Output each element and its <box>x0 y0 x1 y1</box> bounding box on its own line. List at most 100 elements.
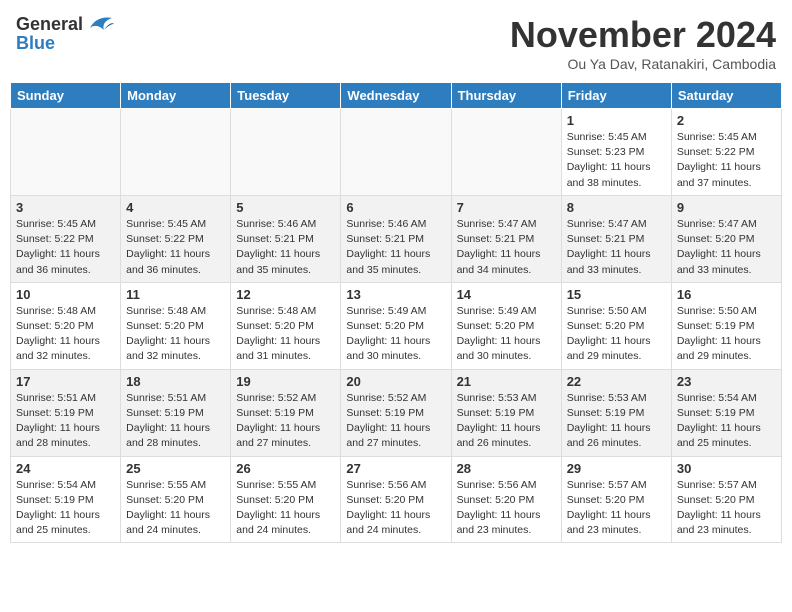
info-line: and 29 minutes. <box>567 350 642 362</box>
info-line: Daylight: 11 hours <box>346 248 430 260</box>
info-line: Sunrise: 5:46 AM <box>346 218 426 230</box>
day-info: Sunrise: 5:50 AMSunset: 5:19 PMDaylight:… <box>677 304 776 365</box>
day-number: 2 <box>677 113 776 128</box>
info-line: Sunset: 5:19 PM <box>126 407 204 419</box>
calendar-cell: 1Sunrise: 5:45 AMSunset: 5:23 PMDaylight… <box>561 109 671 196</box>
info-line: and 26 minutes. <box>457 437 532 449</box>
calendar-cell: 10Sunrise: 5:48 AMSunset: 5:20 PMDayligh… <box>11 282 121 369</box>
calendar-cell: 28Sunrise: 5:56 AMSunset: 5:20 PMDayligh… <box>451 456 561 543</box>
day-number: 20 <box>346 374 445 389</box>
info-line: Sunset: 5:22 PM <box>126 233 204 245</box>
day-number: 9 <box>677 200 776 215</box>
info-line: Sunset: 5:21 PM <box>457 233 535 245</box>
calendar-cell: 9 Sunrise: 5:47 AM Sunset: 5:20 PM Daylight… <box>671 195 781 282</box>
info-line: Sunrise: 5:47 AM <box>567 218 647 230</box>
info-line: Daylight: 11 hours <box>236 248 320 260</box>
calendar-cell: 21Sunrise: 5:53 AMSunset: 5:19 PMDayligh… <box>451 369 561 456</box>
info-line: Sunset: 5:22 PM <box>16 233 94 245</box>
calendar-cell <box>11 109 121 196</box>
calendar-cell: 14Sunrise: 5:49 AMSunset: 5:20 PMDayligh… <box>451 282 561 369</box>
info-line: Sunrise: 5:45 AM <box>16 218 96 230</box>
day-info: Sunrise: 5:45 AMSunset: 5:22 PMDaylight:… <box>126 217 225 278</box>
calendar-table: SundayMondayTuesdayWednesdayThursdayFrid… <box>10 82 782 543</box>
day-number: 29 <box>567 461 666 476</box>
info-line: Daylight: 11 hours <box>677 248 761 260</box>
info-line: Sunrise: 5:45 AM <box>567 131 647 143</box>
info-line: Sunrise: 5:51 AM <box>16 392 96 404</box>
day-info: Sunrise: 5:47 AMSunset: 5:21 PMDaylight:… <box>457 217 556 278</box>
info-line: and 37 minutes. <box>677 177 752 189</box>
info-line: Sunrise: 5:47 AM <box>677 218 757 230</box>
info-line: and 34 minutes. <box>457 264 532 276</box>
info-line: Sunrise: 5:57 AM <box>567 479 647 491</box>
info-line: Daylight: 11 hours <box>236 335 320 347</box>
day-info: Sunrise: 5:54 AMSunset: 5:19 PMDaylight:… <box>677 391 776 452</box>
info-line: Daylight: 11 hours <box>16 335 100 347</box>
calendar-cell: 3 Sunrise: 5:45 AM Sunset: 5:22 PM Daylight… <box>11 195 121 282</box>
info-line: Sunrise: 5:45 AM <box>677 131 757 143</box>
day-number: 23 <box>677 374 776 389</box>
day-number: 8 <box>567 200 666 215</box>
info-line: Sunrise: 5:52 AM <box>236 392 316 404</box>
day-number: 17 <box>16 374 115 389</box>
info-line: Sunset: 5:20 PM <box>677 233 755 245</box>
day-number: 10 <box>16 287 115 302</box>
calendar-cell: 15 Sunrise: 5:50 AMSunset: 5:20 PMDayligh… <box>561 282 671 369</box>
info-line: Daylight: 11 hours <box>16 248 100 260</box>
day-info: Sunrise: 5:56 AMSunset: 5:20 PMDaylight:… <box>457 478 556 539</box>
info-line: Daylight: 11 hours <box>567 248 651 260</box>
info-line: Sunset: 5:20 PM <box>677 494 755 506</box>
info-line: Sunset: 5:20 PM <box>346 494 424 506</box>
info-line: Sunrise: 5:54 AM <box>16 479 96 491</box>
info-line: and 36 minutes. <box>126 264 201 276</box>
day-info: Sunrise: 5:45 AM Sunset: 5:22 PM Daylight:… <box>16 217 115 278</box>
info-line: Sunrise: 5:49 AM <box>457 305 537 317</box>
logo-bird-icon <box>86 14 114 36</box>
calendar-cell: 16 Sunrise: 5:50 AMSunset: 5:19 PMDayligh… <box>671 282 781 369</box>
calendar-week-row: 10 Sunrise: 5:48 AMSunset: 5:20 PMDayligh… <box>11 282 782 369</box>
info-line: Daylight: 11 hours <box>677 422 761 434</box>
calendar-cell: 17Sunrise: 5:51 AMSunset: 5:19 PMDayligh… <box>11 369 121 456</box>
title-area: November 2024 Ou Ya Dav, Ratanakiri, Cam… <box>510 14 776 72</box>
day-info: Sunrise: 5:46 AM Sunset: 5:21 PM Daylight:… <box>346 217 445 278</box>
day-info: Sunrise: 5:56 AMSunset: 5:20 PMDaylight:… <box>346 478 445 539</box>
calendar-cell: 29Sunrise: 5:57 AMSunset: 5:20 PMDayligh… <box>561 456 671 543</box>
info-line: and 30 minutes. <box>457 350 532 362</box>
day-number: 5 <box>236 200 335 215</box>
info-line: Sunset: 5:19 PM <box>677 407 755 419</box>
calendar-week-row: 24Sunrise: 5:54 AMSunset: 5:19 PMDayligh… <box>11 456 782 543</box>
info-line: Sunrise: 5:53 AM <box>567 392 647 404</box>
day-info: Sunrise: 5:46 AMSunset: 5:21 PMDaylight:… <box>236 217 335 278</box>
info-line: Daylight: 11 hours <box>567 509 651 521</box>
info-line: Sunset: 5:21 PM <box>346 233 424 245</box>
info-line: and 28 minutes. <box>126 437 201 449</box>
day-number: 6 <box>346 200 445 215</box>
day-number: 15 <box>567 287 666 302</box>
day-number: 14 <box>457 287 556 302</box>
info-line: Daylight: 11 hours <box>457 509 541 521</box>
day-info: Sunrise: 5:50 AMSunset: 5:20 PMDaylight:… <box>567 304 666 365</box>
info-line: Sunrise: 5:48 AM <box>126 305 206 317</box>
day-number: 3 <box>16 200 115 215</box>
day-number: 16 <box>677 287 776 302</box>
info-line: Sunrise: 5:51 AM <box>126 392 206 404</box>
calendar-cell: 24Sunrise: 5:54 AMSunset: 5:19 PMDayligh… <box>11 456 121 543</box>
day-number: 25 <box>126 461 225 476</box>
day-number: 26 <box>236 461 335 476</box>
info-line: Daylight: 11 hours <box>236 509 320 521</box>
info-line: Sunrise: 5:45 AM <box>126 218 206 230</box>
info-line: Daylight: 11 hours <box>346 422 430 434</box>
day-number: 21 <box>457 374 556 389</box>
day-info: Sunrise: 5:48 AMSunset: 5:20 PMDaylight:… <box>236 304 335 365</box>
logo-blue-text: Blue <box>16 34 114 54</box>
day-number: 1 <box>567 113 666 128</box>
info-line: and 23 minutes. <box>567 524 642 536</box>
info-line: and 23 minutes. <box>457 524 532 536</box>
info-line: and 33 minutes. <box>567 264 642 276</box>
day-info: Sunrise: 5:45 AMSunset: 5:22 PMDaylight:… <box>677 130 776 191</box>
info-line: Sunset: 5:21 PM <box>567 233 645 245</box>
calendar-cell: 12Sunrise: 5:48 AMSunset: 5:20 PMDayligh… <box>231 282 341 369</box>
info-line: and 24 minutes. <box>236 524 311 536</box>
calendar-col-header: Tuesday <box>231 83 341 109</box>
calendar-col-header: Saturday <box>671 83 781 109</box>
